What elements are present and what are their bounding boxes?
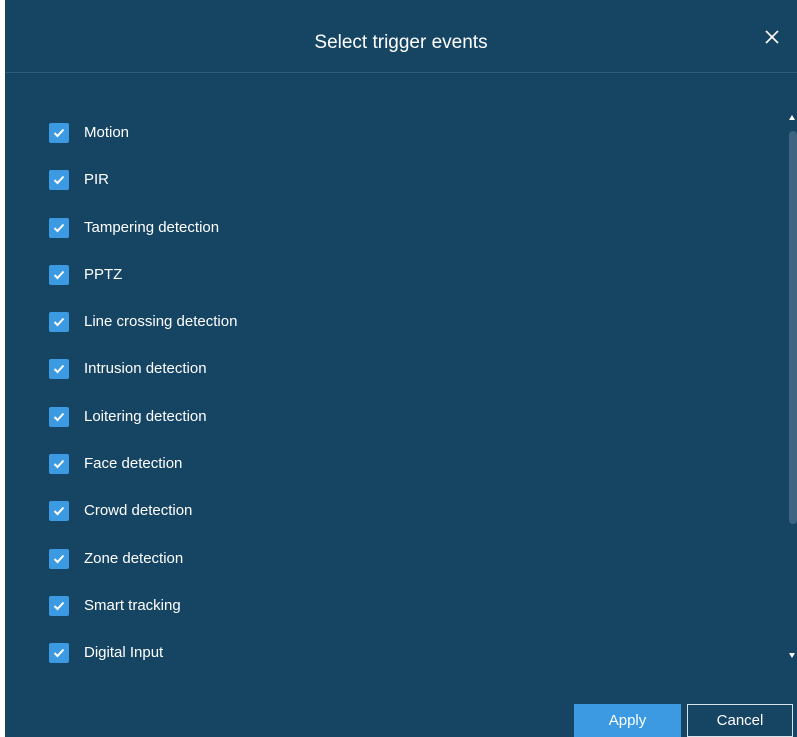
checkbox-checked-icon[interactable] [49,312,69,333]
event-label: PPTZ [84,265,123,283]
checkbox-checked-icon[interactable] [49,406,69,427]
close-icon[interactable] [761,26,783,48]
scrollbar-thumb[interactable] [789,131,797,524]
event-checkbox-item[interactable]: Crowd detection [49,493,749,540]
scroll-down-arrow-icon[interactable] [789,653,795,658]
checkbox-checked-icon[interactable] [49,454,69,475]
event-label: PIR [84,171,110,189]
event-checkbox-item[interactable]: Line crossing detection [49,304,749,351]
apply-button[interactable]: Apply [574,704,681,737]
checkbox-checked-icon[interactable] [49,264,69,285]
event-label: Tampering detection [84,218,220,236]
event-checkbox-item[interactable]: PIR [49,162,749,209]
checkbox-checked-icon[interactable] [49,359,69,380]
dialog-header: Select trigger events [5,0,797,73]
event-label: Smart tracking [84,596,181,614]
checkbox-checked-icon[interactable] [49,548,69,569]
event-checkbox-item[interactable]: Motion [49,115,749,162]
event-label: Face detection [84,455,183,473]
scroll-up-arrow-icon[interactable] [789,115,795,120]
event-label: Digital Input [84,644,164,662]
event-label: Intrusion detection [84,360,207,378]
cancel-button[interactable]: Cancel [687,704,793,737]
dialog-title: Select trigger events [314,32,488,53]
checkbox-checked-icon[interactable] [49,123,69,143]
event-checkbox-item[interactable]: Face detection [49,446,749,493]
event-label: Line crossing detection [84,313,238,331]
checkbox-checked-icon[interactable] [49,170,69,191]
checkbox-checked-icon[interactable] [49,217,69,238]
checkbox-checked-icon[interactable] [49,501,69,522]
checkbox-checked-icon[interactable] [49,595,69,616]
checkbox-checked-icon[interactable] [49,643,69,664]
event-label: Crowd detection [84,502,193,520]
event-checkbox-item[interactable]: Zone detection [49,541,749,588]
event-list: Motion PIR Tampering detection PPTZ Line cro… [49,115,749,683]
event-label: Loitering detection [84,407,207,425]
event-checkbox-item[interactable]: Tampering detection [49,210,749,257]
event-checkbox-item[interactable]: Digital Input [49,635,749,682]
event-checkbox-item[interactable]: Loitering detection [49,399,749,446]
trigger-events-dialog: Select trigger events Motion PIR Tampering… [5,0,797,737]
event-label: Zone detection [84,549,184,567]
event-label: Motion [84,124,130,141]
event-checkbox-item[interactable]: PPTZ [49,257,749,304]
event-checkbox-item[interactable]: Intrusion detection [49,351,749,398]
event-checkbox-item[interactable]: Smart tracking [49,588,749,635]
